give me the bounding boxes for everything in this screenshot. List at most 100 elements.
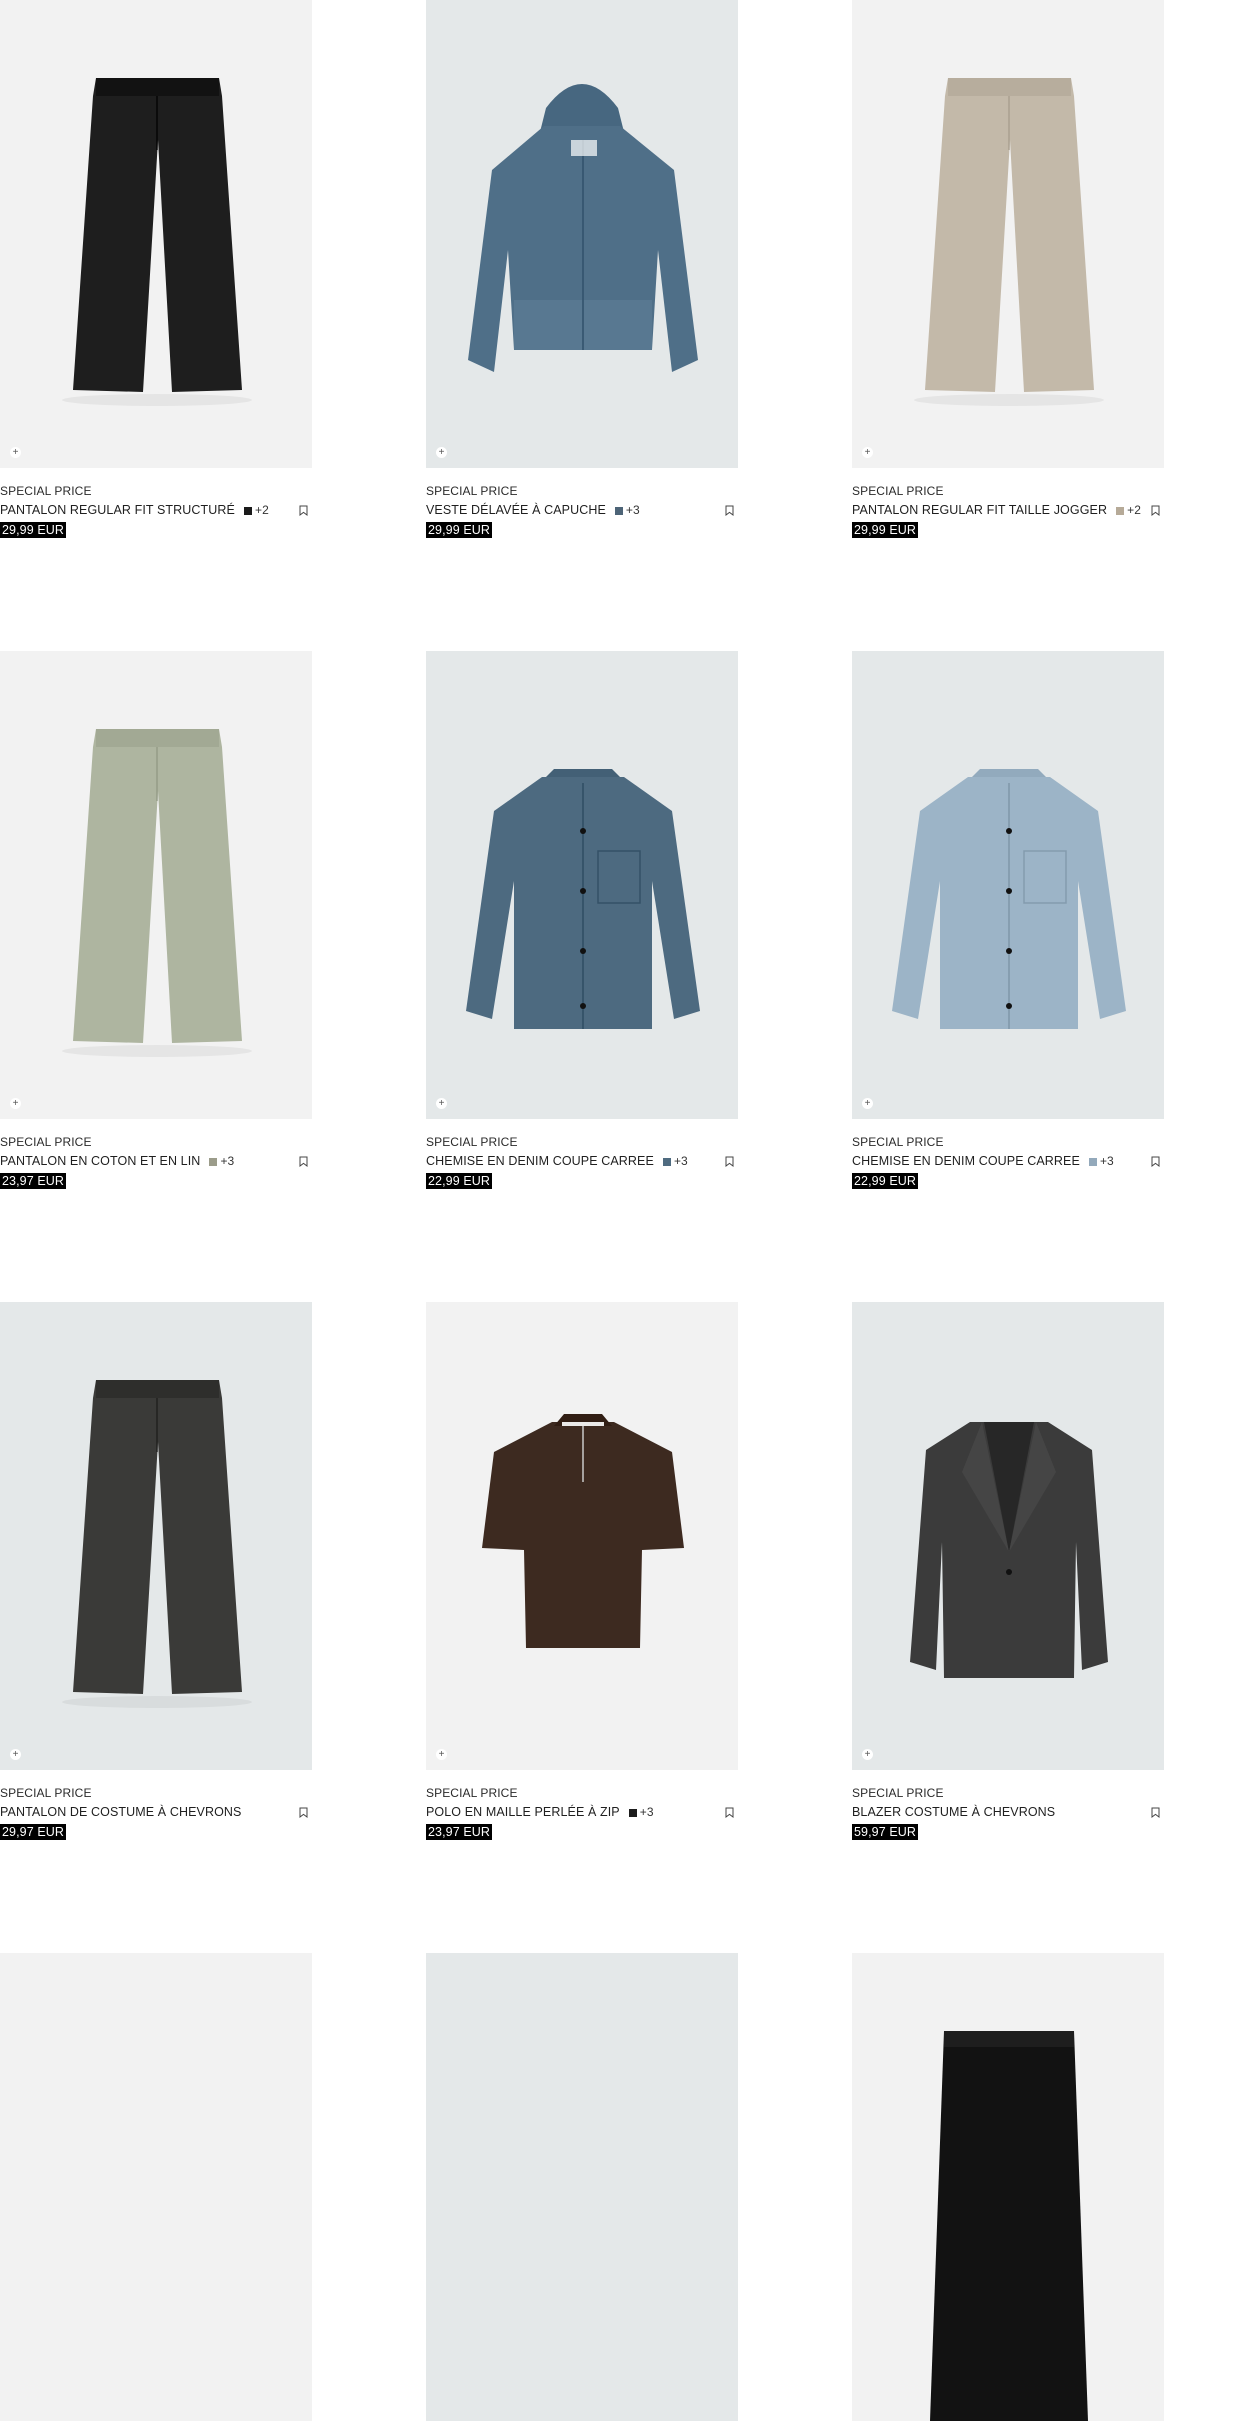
product-info: SPECIAL PRICE PANTALON REGULAR FIT TAILL… — [852, 482, 1164, 540]
garment-illustration — [930, 2031, 1088, 2421]
garment-illustration — [426, 1953, 738, 2421]
special-price-label: SPECIAL PRICE — [852, 1135, 944, 1149]
plus-icon[interactable]: + — [862, 1098, 873, 1109]
product-card[interactable]: + SPECIAL PRICE BLAZER COSTUME À CHEVRON… — [852, 1302, 1164, 1842]
garment-illustration — [468, 84, 698, 372]
product-image[interactable]: + — [852, 651, 1164, 1119]
product-image[interactable]: + — [0, 651, 312, 1119]
price-tag: 29,97 EUR — [0, 1824, 67, 1840]
product-card[interactable]: + SPECIAL PRICE PANTALON REGULAR FIT STR… — [0, 0, 312, 540]
bookmark-icon[interactable] — [725, 1807, 734, 1818]
product-grid: + SPECIAL PRICE PANTALON REGULAR FIT STR… — [0, 0, 1250, 2421]
color-swatch[interactable] — [1088, 1157, 1097, 1166]
color-swatch[interactable] — [628, 1808, 637, 1817]
special-price-label: SPECIAL PRICE — [852, 484, 944, 498]
price-tag: 29,99 EUR — [852, 522, 919, 538]
product-image[interactable]: + — [852, 0, 1164, 468]
garment-illustration — [62, 78, 252, 406]
plus-icon[interactable]: + — [10, 1749, 21, 1760]
more-colors-count[interactable]: +3 — [1100, 1152, 1114, 1171]
special-price-label: SPECIAL PRICE — [426, 1135, 518, 1149]
product-info: SPECIAL PRICE BLAZER COSTUME À CHEVRONS … — [852, 1784, 1164, 1842]
product-info: SPECIAL PRICE PANTALON REGULAR FIT STRUC… — [0, 482, 312, 540]
plus-icon[interactable]: + — [862, 1749, 873, 1760]
product-image[interactable]: + — [0, 0, 312, 468]
price-tag: 22,99 EUR — [426, 1173, 493, 1189]
special-price-label: SPECIAL PRICE — [852, 1786, 944, 1800]
color-swatch[interactable] — [209, 1157, 218, 1166]
product-card[interactable] — [852, 1953, 1164, 2421]
product-info: SPECIAL PRICE CHEMISE EN DENIM COUPE CAR… — [852, 1133, 1164, 1191]
product-card[interactable] — [0, 1953, 312, 2421]
more-colors-count[interactable]: +2 — [1127, 501, 1141, 520]
product-info: SPECIAL PRICE VESTE DÉLAVÉE À CAPUCHE +3… — [426, 482, 738, 540]
color-swatch[interactable] — [614, 506, 623, 515]
garment-illustration — [62, 729, 252, 1057]
product-card[interactable]: + SPECIAL PRICE PANTALON EN COTON ET EN … — [0, 651, 312, 1191]
garment-illustration — [914, 78, 1104, 406]
product-image[interactable]: + — [852, 1302, 1164, 1770]
product-image[interactable] — [0, 1953, 312, 2421]
price-tag: 29,99 EUR — [0, 522, 67, 538]
garment-illustration — [0, 1953, 312, 2421]
bookmark-icon[interactable] — [299, 1156, 308, 1167]
color-swatch[interactable] — [1116, 506, 1125, 515]
price-tag: 23,97 EUR — [426, 1824, 493, 1840]
bookmark-icon[interactable] — [1151, 1156, 1160, 1167]
bookmark-icon[interactable] — [1151, 505, 1160, 516]
more-colors-count[interactable]: +3 — [626, 501, 640, 520]
garment-illustration — [892, 769, 1126, 1029]
bookmark-icon[interactable] — [299, 1807, 308, 1818]
product-name[interactable]: CHEMISE EN DENIM COUPE CARREE — [852, 1152, 1080, 1171]
bookmark-icon[interactable] — [299, 505, 308, 516]
plus-icon[interactable]: + — [10, 447, 21, 458]
product-image[interactable]: + — [426, 1302, 738, 1770]
product-name[interactable]: PANTALON REGULAR FIT TAILLE JOGGER — [852, 501, 1107, 520]
product-image[interactable]: + — [426, 651, 738, 1119]
product-card[interactable] — [426, 1953, 738, 2421]
bookmark-icon[interactable] — [725, 1156, 734, 1167]
product-card[interactable]: + SPECIAL PRICE POLO EN MAILLE PERLÉE À … — [426, 1302, 738, 1842]
product-card[interactable]: + SPECIAL PRICE VESTE DÉLAVÉE À CAPUCHE … — [426, 0, 738, 540]
special-price-label: SPECIAL PRICE — [426, 1786, 518, 1800]
price-tag: 23,97 EUR — [0, 1173, 67, 1189]
product-image[interactable] — [426, 1953, 738, 2421]
product-name[interactable]: CHEMISE EN DENIM COUPE CARREE — [426, 1152, 654, 1171]
product-name[interactable]: PANTALON DE COSTUME À CHEVRONS — [0, 1803, 241, 1822]
product-image[interactable] — [852, 1953, 1164, 2421]
garment-illustration — [482, 1414, 684, 1648]
plus-icon[interactable]: + — [436, 1098, 447, 1109]
product-info: SPECIAL PRICE POLO EN MAILLE PERLÉE À ZI… — [426, 1784, 738, 1842]
special-price-label: SPECIAL PRICE — [0, 484, 92, 498]
product-image[interactable]: + — [426, 0, 738, 468]
plus-icon[interactable]: + — [436, 1749, 447, 1760]
more-colors-count[interactable]: +3 — [640, 1803, 654, 1822]
product-info: SPECIAL PRICE PANTALON EN COTON ET EN LI… — [0, 1133, 312, 1191]
more-colors-count[interactable]: +3 — [220, 1152, 234, 1171]
product-name[interactable]: VESTE DÉLAVÉE À CAPUCHE — [426, 501, 606, 520]
product-image[interactable]: + — [0, 1302, 312, 1770]
product-name[interactable]: PANTALON EN COTON ET EN LIN — [0, 1152, 200, 1171]
product-card[interactable]: + SPECIAL PRICE CHEMISE EN DENIM COUPE C… — [426, 651, 738, 1191]
garment-illustration — [62, 1380, 252, 1708]
more-colors-count[interactable]: +3 — [674, 1152, 688, 1171]
bookmark-icon[interactable] — [725, 505, 734, 516]
plus-icon[interactable]: + — [436, 447, 447, 458]
product-name[interactable]: POLO EN MAILLE PERLÉE À ZIP — [426, 1803, 620, 1822]
price-tag: 29,99 EUR — [426, 522, 493, 538]
bookmark-icon[interactable] — [1151, 1807, 1160, 1818]
product-info: SPECIAL PRICE PANTALON DE COSTUME À CHEV… — [0, 1784, 312, 1842]
product-card[interactable]: + SPECIAL PRICE PANTALON REGULAR FIT TAI… — [852, 0, 1164, 540]
product-name[interactable]: PANTALON REGULAR FIT STRUCTURÉ — [0, 501, 235, 520]
product-card[interactable]: + SPECIAL PRICE CHEMISE EN DENIM COUPE C… — [852, 651, 1164, 1191]
plus-icon[interactable]: + — [10, 1098, 21, 1109]
color-swatch[interactable] — [662, 1157, 671, 1166]
product-card[interactable]: + SPECIAL PRICE PANTALON DE COSTUME À CH… — [0, 1302, 312, 1842]
color-swatch[interactable] — [243, 506, 252, 515]
plus-icon[interactable]: + — [862, 447, 873, 458]
more-colors-count[interactable]: +2 — [255, 501, 269, 520]
product-name[interactable]: BLAZER COSTUME À CHEVRONS — [852, 1803, 1055, 1822]
special-price-label: SPECIAL PRICE — [0, 1135, 92, 1149]
garment-illustration — [910, 1422, 1108, 1678]
price-tag: 59,97 EUR — [852, 1824, 919, 1840]
